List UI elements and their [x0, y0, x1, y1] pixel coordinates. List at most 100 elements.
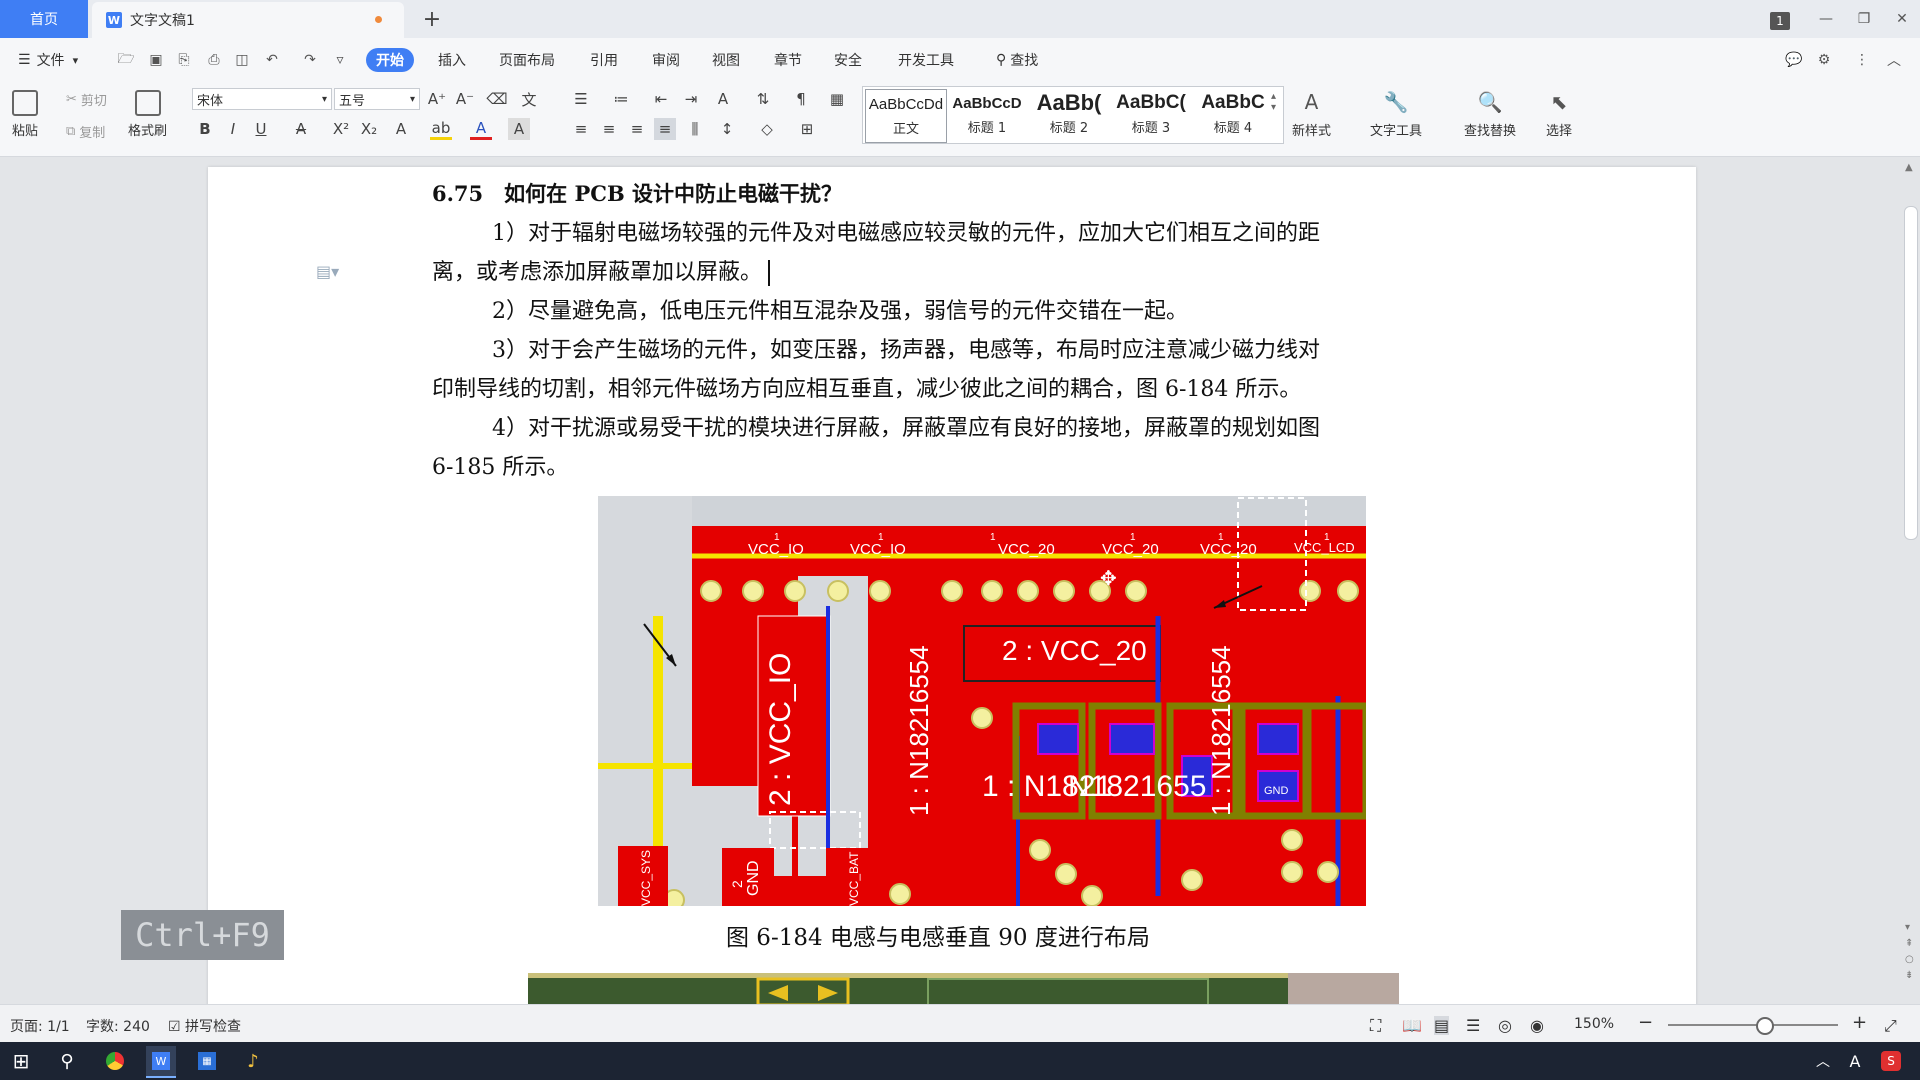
- menu-security[interactable]: 安全: [834, 48, 862, 72]
- shading-icon[interactable]: ◇: [756, 118, 778, 140]
- text-tools-button[interactable]: 🔧 文字工具: [1370, 90, 1422, 139]
- menu-view[interactable]: 视图: [712, 48, 740, 72]
- clear-format-icon[interactable]: ⌫: [486, 88, 508, 110]
- bullets-icon[interactable]: ☰: [570, 88, 592, 110]
- wps-tray-icon[interactable]: S: [1876, 1046, 1906, 1076]
- zoom-level[interactable]: 150%: [1574, 1016, 1614, 1032]
- style-heading-3[interactable]: AaBbC( 标题 3: [1111, 89, 1191, 141]
- table-border-icon[interactable]: ▦: [826, 88, 848, 110]
- page-view-icon[interactable]: ▤: [1434, 1016, 1450, 1035]
- font-color-icon[interactable]: A: [470, 118, 492, 140]
- fit-page-icon[interactable]: ⤢: [1884, 1016, 1897, 1036]
- menu-references[interactable]: 引用: [590, 48, 618, 72]
- wps-writer-icon[interactable]: W: [146, 1046, 176, 1078]
- bold-icon[interactable]: B: [194, 118, 216, 140]
- decrease-indent-icon[interactable]: ⇤: [650, 88, 672, 110]
- menu-page-layout[interactable]: 页面布局: [499, 48, 555, 72]
- line-spacing-icon[interactable]: ↕: [716, 118, 738, 140]
- font-size-select[interactable]: 五号 ▾: [334, 88, 420, 110]
- restore-icon[interactable]: ❐: [1850, 6, 1878, 32]
- windows-start-icon[interactable]: ⊞: [6, 1046, 36, 1076]
- style-heading-1[interactable]: AaBbCcD 标题 1: [947, 89, 1027, 141]
- spell-check[interactable]: ☑ 拼写检查: [168, 1016, 241, 1036]
- align-right-icon[interactable]: ≡: [626, 118, 648, 140]
- copy-button[interactable]: ⧉ 复制: [66, 122, 105, 141]
- paragraph-handle-icon[interactable]: ▤▾: [316, 262, 339, 281]
- collapse-ribbon-icon[interactable]: ︿: [1884, 50, 1904, 70]
- pcb-layout-figure[interactable]: 1 VCC_IO 1 VCC_IO 1 VCC_20 1 VCC_20 1 VC…: [598, 496, 1366, 906]
- menu-insert[interactable]: 插入: [438, 48, 466, 72]
- paste-button[interactable]: 粘贴: [12, 90, 38, 139]
- menu-start[interactable]: 开始: [366, 48, 414, 72]
- search-command[interactable]: ⚲ 查找: [996, 48, 1038, 72]
- input-method-icon[interactable]: A: [1840, 1046, 1870, 1076]
- zoom-slider-track[interactable]: [1668, 1024, 1838, 1026]
- text-effect-icon[interactable]: A: [390, 118, 412, 140]
- tab-document[interactable]: W 文字文稿1: [92, 2, 404, 38]
- subscript-icon[interactable]: X₂: [358, 118, 380, 140]
- gear-icon[interactable]: ⚙: [1814, 50, 1834, 70]
- tab-home[interactable]: 首页: [0, 0, 88, 38]
- zoom-in-icon[interactable]: +: [1852, 1012, 1867, 1033]
- open-icon[interactable]: 🗁: [116, 50, 136, 70]
- customize-icon[interactable]: ▿: [330, 50, 350, 70]
- pcb-shield-figure[interactable]: [528, 973, 1399, 1007]
- align-left-icon[interactable]: ≡: [570, 118, 592, 140]
- read-mode-icon[interactable]: 📖: [1402, 1016, 1422, 1035]
- chinese-layout-icon[interactable]: A: [712, 88, 734, 110]
- highlight-icon[interactable]: ab: [430, 118, 452, 140]
- phonetic-icon[interactable]: 文: [518, 88, 540, 110]
- eye-protect-icon[interactable]: ◉: [1530, 1016, 1544, 1035]
- web-view-icon[interactable]: ◎: [1498, 1016, 1512, 1035]
- increase-indent-icon[interactable]: ⇥: [680, 88, 702, 110]
- style-heading-2[interactable]: AaBb( 标题 2: [1029, 89, 1109, 141]
- show-marks-icon[interactable]: ¶: [790, 88, 812, 110]
- undo-icon[interactable]: ↶: [262, 50, 282, 70]
- chrome-icon[interactable]: [100, 1046, 130, 1076]
- zoom-slider-handle[interactable]: [1756, 1017, 1774, 1035]
- borders-icon[interactable]: ⊞: [796, 118, 818, 140]
- distributed-icon[interactable]: ⫼: [684, 118, 706, 140]
- superscript-icon[interactable]: X²: [330, 118, 352, 140]
- save-icon[interactable]: ▣: [146, 50, 166, 70]
- find-replace-button[interactable]: 🔍 查找替换: [1464, 90, 1516, 139]
- align-center-icon[interactable]: ≡: [598, 118, 620, 140]
- tray-expand-icon[interactable]: ︿: [1808, 1046, 1838, 1076]
- page-indicator[interactable]: 页面: 1/1: [10, 1016, 70, 1036]
- window-count-badge[interactable]: 1: [1770, 12, 1790, 30]
- comment-icon[interactable]: 💬: [1784, 50, 1804, 70]
- shrink-font-icon[interactable]: A⁻: [454, 88, 476, 110]
- search-icon[interactable]: ⚲: [52, 1046, 82, 1076]
- zoom-out-icon[interactable]: −: [1638, 1012, 1653, 1033]
- export-icon[interactable]: ⎘: [174, 50, 194, 70]
- char-shading-icon[interactable]: A: [508, 118, 530, 140]
- cut-button[interactable]: ✂ 剪切: [66, 90, 107, 109]
- more-icon[interactable]: ⋮: [1852, 50, 1872, 70]
- minimize-icon[interactable]: —: [1812, 6, 1840, 32]
- presentation-app-icon[interactable]: ▦: [192, 1046, 222, 1076]
- fullscreen-icon[interactable]: ⛶: [1370, 1016, 1381, 1036]
- print-icon[interactable]: ⎙: [204, 50, 224, 70]
- menu-review[interactable]: 审阅: [652, 48, 680, 72]
- sort-icon[interactable]: ⇅: [752, 88, 774, 110]
- new-style-button[interactable]: A 新样式: [1292, 90, 1331, 139]
- italic-icon[interactable]: I: [222, 118, 244, 140]
- numbering-icon[interactable]: ≔: [610, 88, 632, 110]
- justify-icon[interactable]: ≡: [654, 118, 676, 140]
- file-menu[interactable]: ☰ 文件 ▾: [18, 48, 78, 72]
- style-heading-4[interactable]: AaBbC 标题 4: [1193, 89, 1273, 141]
- style-normal[interactable]: AaBbCcDd 正文: [865, 89, 947, 143]
- close-icon[interactable]: ✕: [1888, 6, 1916, 32]
- redo-icon[interactable]: ↷: [300, 50, 320, 70]
- page-nav-icon[interactable]: ▾ ⇞ ○ ⇟: [1905, 920, 1914, 984]
- style-scroll-icon[interactable]: ▴ ▾: [1271, 91, 1276, 113]
- scroll-up-icon[interactable]: ▲: [1905, 162, 1913, 173]
- underline-icon[interactable]: U: [250, 118, 272, 140]
- grow-font-icon[interactable]: A⁺: [426, 88, 448, 110]
- outline-view-icon[interactable]: ☰: [1466, 1016, 1480, 1035]
- print-preview-icon[interactable]: ◫: [232, 50, 252, 70]
- menu-chapter[interactable]: 章节: [774, 48, 802, 72]
- new-tab-button[interactable]: +: [418, 4, 446, 34]
- font-name-select[interactable]: 宋体 ▾: [192, 88, 332, 110]
- word-count[interactable]: 字数: 240: [86, 1016, 150, 1036]
